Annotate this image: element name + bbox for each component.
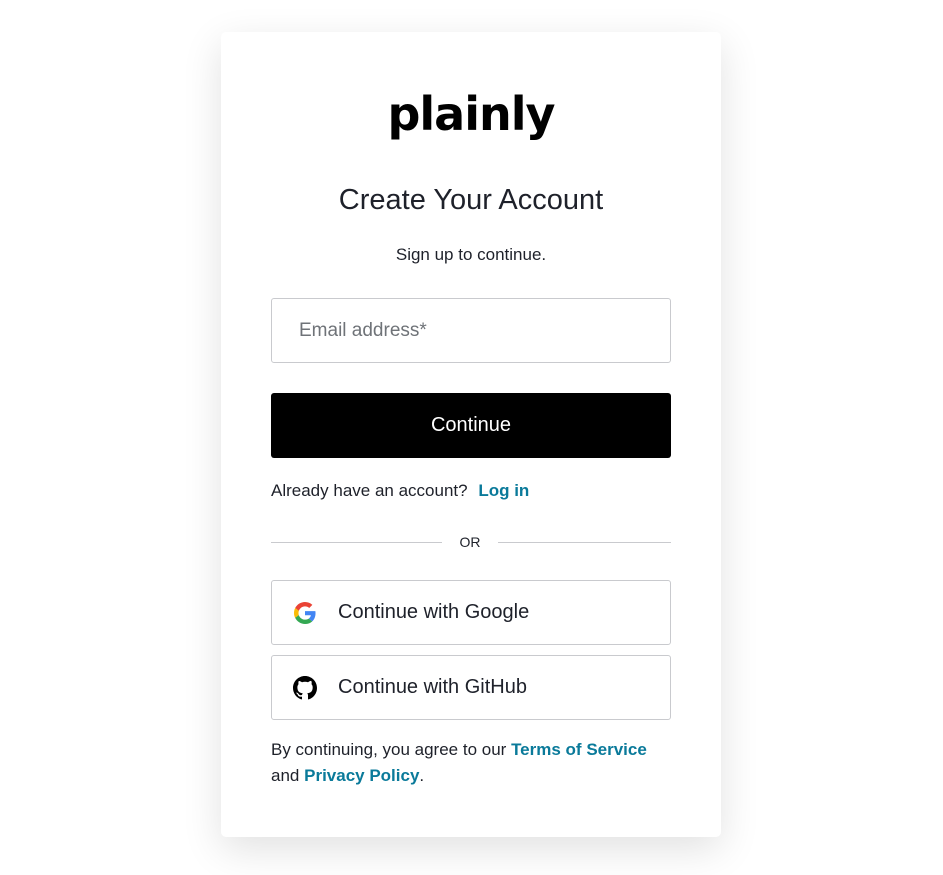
- divider-text: OR: [459, 534, 481, 550]
- plainly-logo: plainly: [387, 87, 555, 141]
- privacy-policy-link[interactable]: Privacy Policy: [304, 766, 419, 785]
- email-field[interactable]: [271, 298, 671, 363]
- signup-card: plainly Create Your Account Sign up to c…: [221, 32, 721, 837]
- email-input[interactable]: [272, 299, 670, 362]
- terms-of-service-link[interactable]: Terms of Service: [511, 740, 647, 759]
- continue-with-github-button[interactable]: Continue with GitHub: [271, 655, 671, 720]
- page-title: Create Your Account: [338, 184, 604, 216]
- google-icon: [293, 601, 317, 625]
- terms-middle: and: [271, 766, 300, 785]
- terms-suffix: .: [419, 766, 425, 785]
- divider-line-left: [271, 542, 442, 543]
- login-prompt-text: Already have an account?: [271, 481, 468, 500]
- continue-button[interactable]: Continue: [271, 393, 671, 458]
- or-divider: OR: [271, 532, 671, 552]
- github-button-label: Continue with GitHub: [338, 676, 527, 698]
- google-button-label: Continue with Google: [338, 601, 530, 623]
- page-subtitle: Sign up to continue.: [395, 245, 547, 264]
- continue-with-google-button[interactable]: Continue with Google: [271, 580, 671, 645]
- github-icon: [293, 675, 317, 700]
- terms-prefix: By continuing, you agree to our: [271, 740, 507, 759]
- terms-notice: By continuing, you agree to our Terms of…: [271, 737, 691, 789]
- login-link[interactable]: Log in: [478, 481, 529, 500]
- divider-line-right: [498, 542, 671, 543]
- login-prompt: Already have an account? Log in: [271, 480, 529, 502]
